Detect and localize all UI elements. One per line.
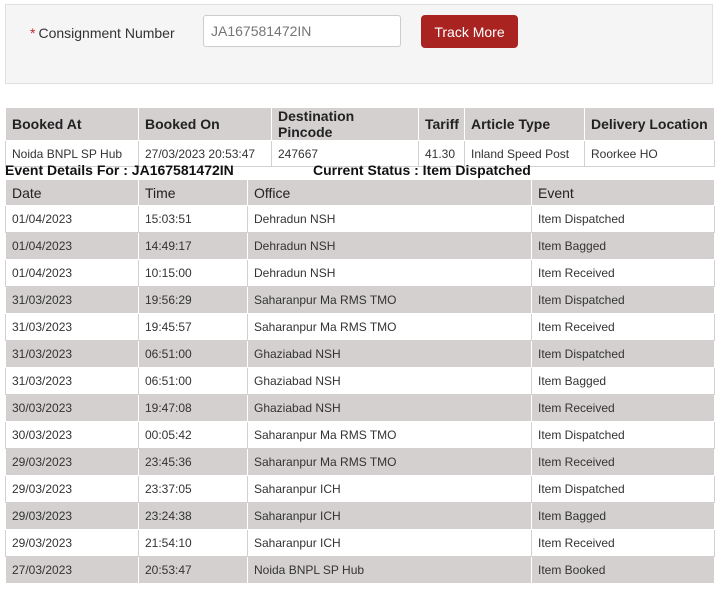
event-status-cell: Item Dispatched bbox=[531, 475, 715, 503]
event-office-cell: Saharanpur Ma RMS TMO bbox=[247, 313, 532, 341]
event-time-cell: 23:24:38 bbox=[138, 502, 248, 530]
event-row: 30/03/2023 00:05:42 Saharanpur Ma RMS TMO I… bbox=[5, 421, 715, 449]
event-row: 29/03/2023 23:24:38 Saharanpur ICH Item Bag… bbox=[5, 502, 715, 530]
event-status-cell: Item Received bbox=[531, 259, 715, 287]
office-header: Office bbox=[247, 179, 532, 206]
event-office-cell: Ghaziabad NSH bbox=[247, 340, 532, 368]
events-header-row: Date Time Office Event bbox=[5, 179, 715, 206]
event-time-cell: 23:45:36 bbox=[138, 448, 248, 476]
consignment-number-label: * Consignment Number bbox=[30, 23, 180, 43]
required-mark: * bbox=[30, 25, 36, 41]
booked-on-header: Booked On bbox=[138, 107, 272, 141]
event-details-heading: Event Details For : JA167581472IN Curren… bbox=[5, 161, 714, 179]
events-body: 01/04/2023 15:03:51 Dehradun NSH Item Dispa… bbox=[5, 205, 715, 584]
event-row: 01/04/2023 15:03:51 Dehradun NSH Item Dispa… bbox=[5, 205, 715, 233]
booked-at-header: Booked At bbox=[5, 107, 139, 141]
event-date-cell: 30/03/2023 bbox=[5, 394, 139, 422]
event-time-cell: 06:51:00 bbox=[138, 340, 248, 368]
event-row: 31/03/2023 06:51:00 Ghaziabad NSH Item Bagg… bbox=[5, 367, 715, 395]
tracking-form-panel: *Consignment Number Track More bbox=[5, 4, 713, 84]
event-row: 31/03/2023 19:56:29 Saharanpur Ma RMS TMO I… bbox=[5, 286, 715, 314]
event-status-cell: Item Bagged bbox=[531, 502, 715, 530]
event-date-cell: 01/04/2023 bbox=[5, 259, 139, 287]
event-row: 29/03/2023 23:37:05 Saharanpur ICH Item Dis… bbox=[5, 475, 715, 503]
event-time-cell: 00:05:42 bbox=[138, 421, 248, 449]
event-date-cell: 31/03/2023 bbox=[5, 286, 139, 314]
event-date-cell: 29/03/2023 bbox=[5, 448, 139, 476]
event-office-cell: Dehradun NSH bbox=[247, 259, 532, 287]
event-date-cell: 27/03/2023 bbox=[5, 556, 139, 584]
event-status-cell: Item Dispatched bbox=[531, 286, 715, 314]
consignment-number-input[interactable] bbox=[203, 15, 401, 47]
event-time-cell: 15:03:51 bbox=[138, 205, 248, 233]
event-date-cell: 31/03/2023 bbox=[5, 367, 139, 395]
event-office-cell: Saharanpur Ma RMS TMO bbox=[247, 448, 532, 476]
event-time-cell: 19:56:29 bbox=[138, 286, 248, 314]
event-status-cell: Item Received bbox=[531, 394, 715, 422]
event-date-cell: 29/03/2023 bbox=[5, 529, 139, 557]
event-row: 29/03/2023 21:54:10 Saharanpur ICH Item Rec… bbox=[5, 529, 715, 557]
event-row: 01/04/2023 10:15:00 Dehradun NSH Item Recei… bbox=[5, 259, 715, 287]
event-time-cell: 06:51:00 bbox=[138, 367, 248, 395]
event-row: 31/03/2023 19:45:57 Saharanpur Ma RMS TMO I… bbox=[5, 313, 715, 341]
events-table: Date Time Office Event 01/04/2023 15:03:5… bbox=[5, 179, 715, 584]
event-office-cell: Dehradun NSH bbox=[247, 205, 532, 233]
event-time-cell: 19:47:08 bbox=[138, 394, 248, 422]
event-status-cell: Item Dispatched bbox=[531, 421, 715, 449]
event-details-title: Event Details For : JA167581472IN bbox=[5, 162, 234, 178]
event-time-cell: 10:15:00 bbox=[138, 259, 248, 287]
event-status-cell: Item Dispatched bbox=[531, 205, 715, 233]
track-more-button[interactable]: Track More bbox=[421, 15, 518, 48]
event-date-cell: 30/03/2023 bbox=[5, 421, 139, 449]
event-date-cell: 31/03/2023 bbox=[5, 313, 139, 341]
event-date-cell: 01/04/2023 bbox=[5, 232, 139, 260]
event-row: 30/03/2023 19:47:08 Ghaziabad NSH Item Rece… bbox=[5, 394, 715, 422]
destination-pincode-header: Destination Pincode bbox=[271, 107, 419, 141]
event-row: 01/04/2023 14:49:17 Dehradun NSH Item Bagge… bbox=[5, 232, 715, 260]
event-date-cell: 29/03/2023 bbox=[5, 475, 139, 503]
tariff-header: Tariff bbox=[418, 107, 465, 141]
event-status-cell: Item Booked bbox=[531, 556, 715, 584]
event-header: Event bbox=[531, 179, 715, 206]
event-time-cell: 19:45:57 bbox=[138, 313, 248, 341]
event-status-cell: Item Bagged bbox=[531, 367, 715, 395]
event-status-cell: Item Received bbox=[531, 529, 715, 557]
event-office-cell: Ghaziabad NSH bbox=[247, 394, 532, 422]
event-time-cell: 21:54:10 bbox=[138, 529, 248, 557]
current-status: Current Status : Item Dispatched bbox=[313, 162, 531, 178]
date-header: Date bbox=[5, 179, 139, 206]
event-row: 29/03/2023 23:45:36 Saharanpur Ma RMS TMO I… bbox=[5, 448, 715, 476]
booking-header-row: Booked At Booked On Destination Pincode … bbox=[5, 107, 715, 141]
consignment-label-text: Consignment Number bbox=[38, 25, 175, 41]
event-row: 31/03/2023 06:51:00 Ghaziabad NSH Item Disp… bbox=[5, 340, 715, 368]
event-office-cell: Noida BNPL SP Hub bbox=[247, 556, 532, 584]
event-date-cell: 01/04/2023 bbox=[5, 205, 139, 233]
time-header: Time bbox=[138, 179, 248, 206]
event-row: 27/03/2023 20:53:47 Noida BNPL SP Hub Item … bbox=[5, 556, 715, 584]
event-status-cell: Item Received bbox=[531, 313, 715, 341]
event-time-cell: 23:37:05 bbox=[138, 475, 248, 503]
event-date-cell: 29/03/2023 bbox=[5, 502, 139, 530]
delivery-location-header: Delivery Location bbox=[584, 107, 715, 141]
event-office-cell: Saharanpur ICH bbox=[247, 502, 532, 530]
event-office-cell: Saharanpur ICH bbox=[247, 475, 532, 503]
event-time-cell: 14:49:17 bbox=[138, 232, 248, 260]
event-office-cell: Ghaziabad NSH bbox=[247, 367, 532, 395]
event-status-cell: Item Bagged bbox=[531, 232, 715, 260]
event-date-cell: 31/03/2023 bbox=[5, 340, 139, 368]
event-office-cell: Saharanpur Ma RMS TMO bbox=[247, 286, 532, 314]
booking-details-table: Booked At Booked On Destination Pincode … bbox=[5, 107, 715, 167]
event-status-cell: Item Received bbox=[531, 448, 715, 476]
event-office-cell: Saharanpur ICH bbox=[247, 529, 532, 557]
article-type-header: Article Type bbox=[464, 107, 585, 141]
event-office-cell: Dehradun NSH bbox=[247, 232, 532, 260]
event-office-cell: Saharanpur Ma RMS TMO bbox=[247, 421, 532, 449]
event-time-cell: 20:53:47 bbox=[138, 556, 248, 584]
event-status-cell: Item Dispatched bbox=[531, 340, 715, 368]
